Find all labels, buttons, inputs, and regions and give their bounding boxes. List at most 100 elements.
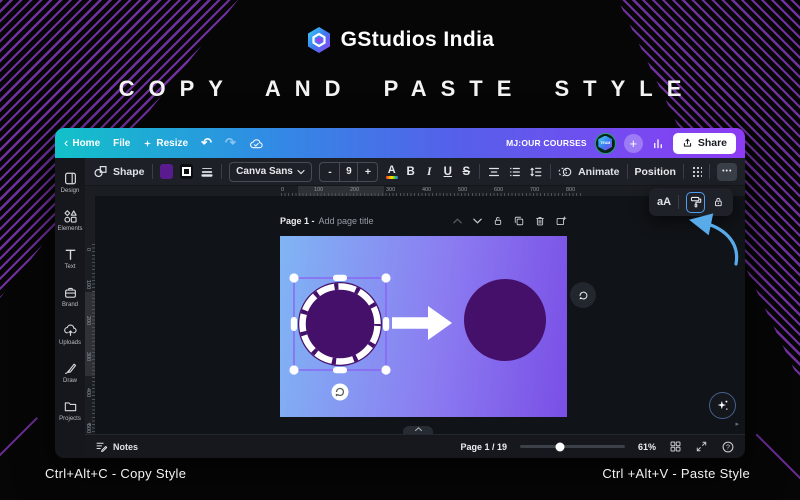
sidebar-item-text[interactable]: Brand Text xyxy=(55,239,85,277)
home-button[interactable]: ‹ Home xyxy=(64,136,100,149)
svg-text:?: ? xyxy=(726,444,730,451)
font-size-stepper: - 9 + xyxy=(319,161,379,182)
shape-icon xyxy=(94,166,107,178)
scroll-left-arrow[interactable]: ◂ xyxy=(87,420,91,428)
shape-menu-button[interactable]: Shape xyxy=(93,164,145,179)
font-family-dropdown[interactable]: Canva Sans xyxy=(229,161,313,182)
add-page-button[interactable] xyxy=(555,215,567,227)
hero-background: GStudios India COPY AND PASTE STYLE ‹ Ho… xyxy=(0,0,800,500)
sidebar-item-elements[interactable]: Elements xyxy=(55,201,85,239)
undo-button[interactable]: ↶ xyxy=(201,135,212,151)
fill-color-swatch[interactable] xyxy=(159,164,173,179)
brand-icon xyxy=(64,287,76,298)
notes-button[interactable]: Notes xyxy=(95,440,138,453)
redo-button[interactable]: ↷ xyxy=(225,135,236,151)
corner-handle-se[interactable] xyxy=(381,365,391,375)
italic-button[interactable]: I xyxy=(423,166,435,178)
pasted-circle-shape[interactable] xyxy=(464,279,546,361)
copy-style-button[interactable] xyxy=(685,191,706,213)
canvas-area: 0 100 200 300 400 500 600 700 800 0 100 … xyxy=(85,186,745,449)
chevron-up-icon xyxy=(414,427,422,432)
projects-folder-icon xyxy=(64,401,76,411)
draw-pen-icon xyxy=(64,363,76,374)
rotate-handle[interactable] xyxy=(331,383,349,401)
top-edge-handle[interactable] xyxy=(333,274,347,281)
help-button[interactable]: ? xyxy=(721,440,735,454)
text-align-button[interactable] xyxy=(487,165,501,179)
delete-page-button[interactable] xyxy=(534,215,546,227)
sidebar-item-uploads[interactable]: Uploads xyxy=(55,315,85,353)
left-edge-handle[interactable] xyxy=(290,317,297,331)
right-edge-handle[interactable] xyxy=(383,317,390,331)
spacing-button[interactable] xyxy=(529,165,543,179)
refresh-icon xyxy=(578,291,587,299)
uploads-cloud-icon xyxy=(63,324,77,336)
bottom-edge-handle[interactable] xyxy=(333,367,347,374)
page-header: Page 1 - Add page title xyxy=(280,213,567,228)
selected-circle-shape[interactable] xyxy=(280,264,400,414)
rainbow-bar xyxy=(385,175,398,179)
avatar[interactable]: TEAM xyxy=(594,132,616,154)
refresh-button[interactable] xyxy=(570,282,596,308)
collapse-panel-tab[interactable] xyxy=(403,426,433,434)
assistant-button[interactable] xyxy=(709,392,736,419)
underline-button[interactable]: U xyxy=(442,166,454,178)
resize-button[interactable]: Resize xyxy=(143,138,188,149)
sidebar-item-brand[interactable]: Brand xyxy=(55,277,85,315)
editor-sidebar: Design Elements Brand Text xyxy=(55,158,85,458)
list-button[interactable] xyxy=(508,165,522,179)
transparency-button[interactable] xyxy=(690,165,703,178)
lock-page-button[interactable] xyxy=(492,215,504,227)
arrow-shape[interactable] xyxy=(392,306,452,340)
border-weight-button[interactable] xyxy=(200,165,214,179)
editor-topbar: ‹ Home File Resize ↶ ↷ MJ:OUR COURSES TE… xyxy=(55,128,745,158)
page-indicator[interactable]: Page 1 / 19 xyxy=(460,442,507,452)
accent-line-bottom-left xyxy=(0,417,38,461)
grid-view-button[interactable] xyxy=(669,440,682,453)
more-options-button[interactable]: ••• xyxy=(717,162,738,181)
text-style-button[interactable]: aA xyxy=(657,196,671,208)
cloud-saved-icon xyxy=(249,137,264,150)
zoom-level[interactable]: 61% xyxy=(638,442,656,452)
sidebar-item-draw[interactable]: Draw xyxy=(55,353,85,391)
design-page[interactable] xyxy=(280,236,567,417)
page-title: COPY AND PASTE STYLE xyxy=(118,76,696,101)
fullscreen-button[interactable] xyxy=(695,440,708,453)
lock-icon[interactable] xyxy=(712,195,725,209)
duplicate-page-button[interactable] xyxy=(513,215,525,227)
font-size-decrease[interactable]: - xyxy=(320,163,339,181)
bold-button[interactable]: B xyxy=(405,166,417,178)
line-spacing-icon xyxy=(530,167,542,176)
corner-handle-ne[interactable] xyxy=(381,273,391,283)
move-page-down-button[interactable] xyxy=(472,217,483,225)
position-button[interactable]: Position xyxy=(635,166,676,178)
sidebar-item-projects[interactable]: Projects xyxy=(55,391,85,429)
zoom-slider[interactable] xyxy=(519,442,625,451)
corner-handle-nw[interactable] xyxy=(289,273,299,283)
font-size-value[interactable]: 9 xyxy=(339,162,359,181)
sidebar-item-design[interactable]: Design xyxy=(55,163,85,201)
font-size-increase[interactable]: + xyxy=(358,163,377,181)
file-button[interactable]: File xyxy=(113,138,130,149)
corner-handle-sw[interactable] xyxy=(289,365,299,375)
insights-chart-icon[interactable] xyxy=(651,137,665,150)
document-name[interactable]: MJ:OUR COURSES xyxy=(506,138,587,148)
strikethrough-button[interactable]: S xyxy=(461,166,473,178)
page-label: Page 1 - xyxy=(280,215,315,226)
text-color-button[interactable]: A xyxy=(385,164,398,179)
animate-button[interactable]: Animate xyxy=(558,165,620,179)
zoom-slider-thumb[interactable] xyxy=(555,442,565,451)
avatar-hexagon: TEAM xyxy=(598,135,613,151)
border-style-button[interactable] xyxy=(179,164,194,179)
add-member-button[interactable]: + xyxy=(623,133,643,153)
elements-icon xyxy=(63,209,77,223)
scroll-right-arrow[interactable]: ▸ xyxy=(735,420,739,428)
page-title-input[interactable]: Add page title xyxy=(319,216,374,226)
shortcut-copy-style: Ctrl+Alt+C - Copy Style xyxy=(45,466,187,481)
magic-resize-icon xyxy=(144,139,152,147)
move-page-up-button[interactable] xyxy=(452,217,463,225)
hint-arrow xyxy=(689,213,739,266)
paint-roller-icon xyxy=(690,196,701,208)
vertical-ruler: 0 100 200 300 400 500 xyxy=(85,196,95,449)
share-button[interactable]: Share xyxy=(672,132,736,154)
